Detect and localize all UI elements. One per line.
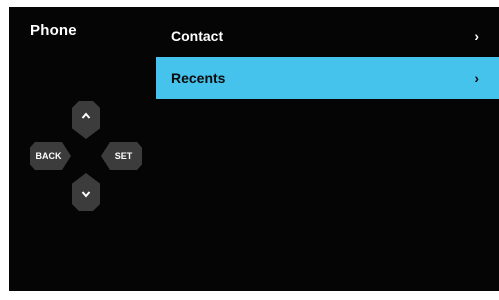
chevron-right-icon: › bbox=[474, 28, 479, 44]
chevron-down-icon bbox=[81, 190, 91, 200]
dpad: BACK SET bbox=[27, 101, 143, 213]
menu-item-label: Recents bbox=[171, 70, 226, 86]
menu-item-contact[interactable]: Contact › bbox=[156, 15, 499, 57]
chevron-right-icon: › bbox=[474, 70, 479, 86]
set-button-label: SET bbox=[114, 151, 133, 161]
page-title: Phone bbox=[30, 22, 77, 39]
menu-list: Contact › Recents › bbox=[156, 15, 499, 99]
menu-item-recents[interactable]: Recents › bbox=[156, 57, 499, 99]
back-button-label: BACK bbox=[35, 151, 62, 161]
set-button[interactable]: SET bbox=[101, 142, 142, 170]
up-button[interactable] bbox=[72, 101, 100, 139]
chevron-up-icon bbox=[81, 112, 91, 122]
menu-item-label: Contact bbox=[171, 28, 224, 44]
down-button[interactable] bbox=[72, 173, 100, 211]
phone-screen: Phone Contact › Recents › BACK SET bbox=[9, 7, 499, 291]
back-button[interactable]: BACK bbox=[30, 142, 71, 170]
